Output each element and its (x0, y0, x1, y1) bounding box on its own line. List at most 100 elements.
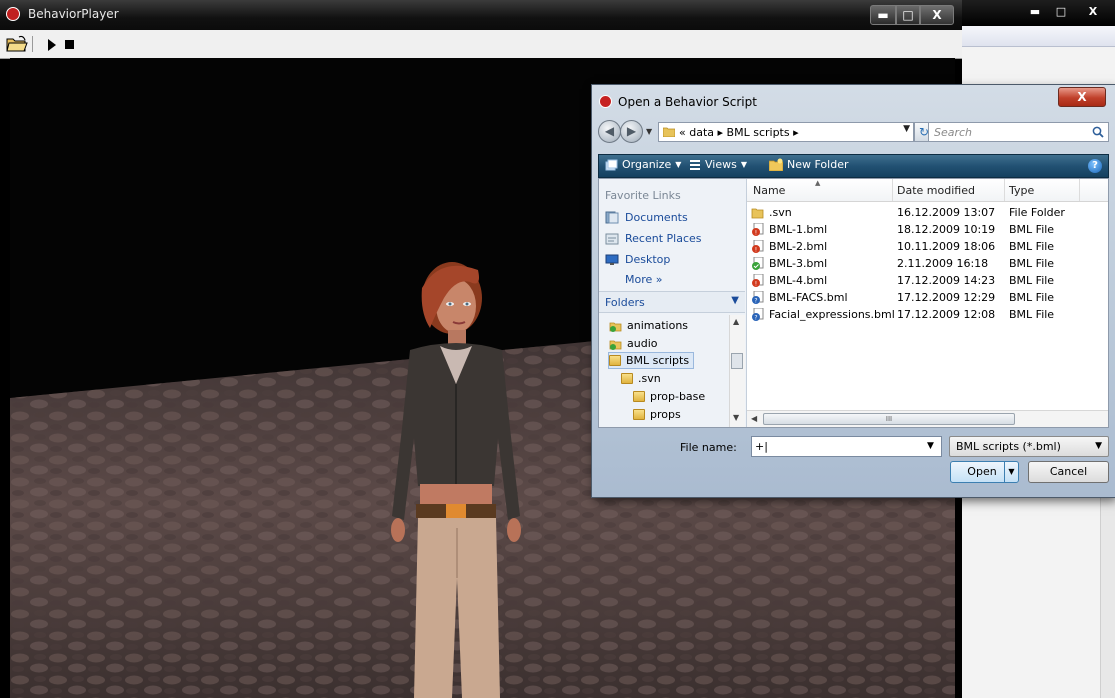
svg-text:?: ? (754, 298, 757, 305)
tree-item-label: prop-base (650, 390, 706, 403)
breadcrumb-overflow[interactable]: « (679, 126, 686, 139)
fav-documents[interactable]: Documents (605, 208, 688, 226)
navigation-row: ◀ ▶ ▼ « data ▸ BML scripts ▸ ▼ ↻ Search (592, 116, 1115, 148)
file-name: Facial_expressions.bml (769, 308, 895, 321)
address-bar[interactable]: « data ▸ BML scripts ▸ ▼ (658, 122, 914, 142)
fav-more[interactable]: More » (625, 270, 663, 288)
dialog-app-icon (599, 95, 612, 108)
chevron-down-icon: ▼ (740, 160, 747, 169)
background-scrollbar[interactable] (1100, 480, 1115, 698)
file-list: Name ▲ Date modified Type .svn 16.12.200… (747, 179, 1108, 427)
file-type-select[interactable]: BML scripts (*.bml) ▼ (949, 436, 1109, 457)
folder-icon (609, 355, 621, 366)
search-placeholder: Search (934, 126, 973, 139)
file-name-input[interactable]: +| (751, 436, 942, 457)
chevron-down-icon[interactable]: ▼ (731, 295, 739, 306)
play-icon[interactable] (48, 39, 56, 51)
breadcrumb[interactable]: « data ▸ BML scripts ▸ (679, 126, 799, 139)
dialog-titlebar[interactable]: Open a Behavior Script X (592, 85, 1115, 115)
close-button[interactable]: X (920, 5, 954, 25)
column-header: Name ▲ Date modified Type (747, 179, 1108, 202)
file-row[interactable]: .svn 16.12.2009 13:07 File Folder (747, 204, 1108, 221)
help-icon[interactable]: ? (1088, 159, 1102, 173)
folder-icon (751, 208, 764, 219)
window-title: BehaviorPlayer (28, 7, 119, 21)
new-folder-button[interactable]: New Folder (769, 158, 848, 171)
maximize-button[interactable]: □ (896, 5, 920, 25)
tree-item-bml-scripts[interactable]: BML scripts (608, 352, 695, 369)
stop-icon[interactable] (65, 40, 74, 49)
fav-more-label: More » (625, 272, 663, 286)
scroll-up-icon[interactable]: ▲ (733, 317, 739, 326)
open-options-chevron-icon[interactable]: ▼ (1004, 461, 1019, 483)
file-date: 18.12.2009 10:19 (897, 223, 996, 236)
desktop-icon (605, 254, 619, 265)
tree-item-audio[interactable]: audio (609, 335, 657, 352)
folder-tree-scrollbar[interactable]: ▲ ▼ (729, 315, 745, 427)
breadcrumb-separator-icon[interactable]: ▸ (718, 126, 724, 139)
file-row[interactable]: ? BML-FACS.bml 17.12.2009 12:29 BML File (747, 289, 1108, 306)
dialog-close-button[interactable]: X (1058, 87, 1106, 107)
file-date: 2.11.2009 16:18 (897, 257, 989, 270)
breadcrumb-data[interactable]: data (689, 126, 714, 139)
bml-error-icon: ! (752, 223, 764, 236)
tree-item-animations[interactable]: animations (609, 317, 688, 334)
file-type: BML File (1009, 223, 1055, 236)
bml-ok-icon (752, 257, 764, 270)
background-close-button[interactable]: X (1078, 3, 1108, 21)
file-row[interactable]: ? Facial_expressions.bml 17.12.2009 12:0… (747, 306, 1108, 323)
tree-item-svn[interactable]: .svn (621, 370, 661, 387)
file-date: 17.12.2009 12:29 (897, 291, 996, 304)
file-row[interactable]: ! BML-1.bml 18.12.2009 10:19 BML File (747, 221, 1108, 238)
file-type-value: BML scripts (*.bml) (956, 440, 1061, 453)
scroll-thumb[interactable]: III (763, 413, 1015, 425)
scroll-thumb[interactable] (731, 353, 743, 369)
file-row[interactable]: ! BML-4.bml 17.12.2009 14:23 BML File (747, 272, 1108, 289)
favorite-links-header: Favorite Links (605, 189, 681, 202)
tree-item-props[interactable]: props (633, 406, 681, 423)
file-row[interactable]: ! BML-2.bml 10.11.2009 18:06 BML File (747, 238, 1108, 255)
open-file-dialog: Open a Behavior Script X ◀ ▶ ▼ « data ▸ … (592, 85, 1115, 497)
folders-header[interactable]: Folders ▼ (599, 291, 745, 313)
column-divider[interactable] (1079, 179, 1080, 201)
search-icon[interactable] (1092, 126, 1104, 138)
organize-menu[interactable]: Organize ▼ (605, 158, 681, 171)
fav-recent-places[interactable]: Recent Places (605, 229, 702, 247)
forward-arrow-icon[interactable]: ▶ (620, 120, 643, 143)
column-type[interactable]: Type (1009, 184, 1034, 197)
tree-item-prop-base[interactable]: prop-base (633, 388, 705, 405)
svg-text:!: ! (755, 281, 757, 288)
folder-icon (621, 373, 633, 384)
file-name: .svn (769, 206, 792, 219)
file-type: File Folder (1009, 206, 1065, 219)
back-arrow-icon[interactable]: ◀ (598, 120, 621, 143)
column-name[interactable]: Name (753, 184, 785, 197)
column-divider[interactable] (892, 179, 893, 201)
breadcrumb-separator-icon[interactable]: ▸ (793, 126, 799, 139)
search-input[interactable]: Search (928, 122, 1109, 142)
horizontal-scrollbar[interactable]: ◀ III (747, 410, 1108, 427)
file-name-dropdown-icon[interactable]: ▼ (927, 441, 934, 451)
background-maximize-button[interactable]: □ (1050, 3, 1072, 21)
recent-pages-chevron-icon[interactable]: ▼ (646, 127, 652, 136)
navigation-pane: Favorite Links Documents Recent Places D… (599, 179, 747, 427)
views-menu[interactable]: Views ▼ (689, 158, 747, 171)
avatar-character (391, 262, 521, 698)
file-date: 16.12.2009 13:07 (897, 206, 996, 219)
breadcrumb-bml-scripts[interactable]: BML scripts (727, 126, 790, 139)
column-divider[interactable] (1004, 179, 1005, 201)
background-minimize-button[interactable]: ▬ (1022, 3, 1048, 21)
column-date-modified[interactable]: Date modified (897, 184, 975, 197)
background-window-titlebar: ▬ □ X (960, 0, 1115, 26)
file-name: BML-3.bml (769, 257, 828, 270)
scroll-left-icon[interactable]: ◀ (751, 414, 757, 423)
cancel-button[interactable]: Cancel (1028, 461, 1109, 483)
address-dropdown-icon[interactable]: ▼ (903, 124, 910, 134)
fav-desktop[interactable]: Desktop (605, 250, 670, 268)
minimize-button[interactable]: ▬ (870, 5, 896, 25)
open-folder-icon[interactable] (6, 35, 28, 53)
file-row[interactable]: BML-3.bml 2.11.2009 16:18 BML File (747, 255, 1108, 272)
chevron-down-icon[interactable]: ▼ (1095, 441, 1102, 451)
file-name: BML-1.bml (769, 223, 828, 236)
scroll-down-icon[interactable]: ▼ (733, 413, 739, 422)
